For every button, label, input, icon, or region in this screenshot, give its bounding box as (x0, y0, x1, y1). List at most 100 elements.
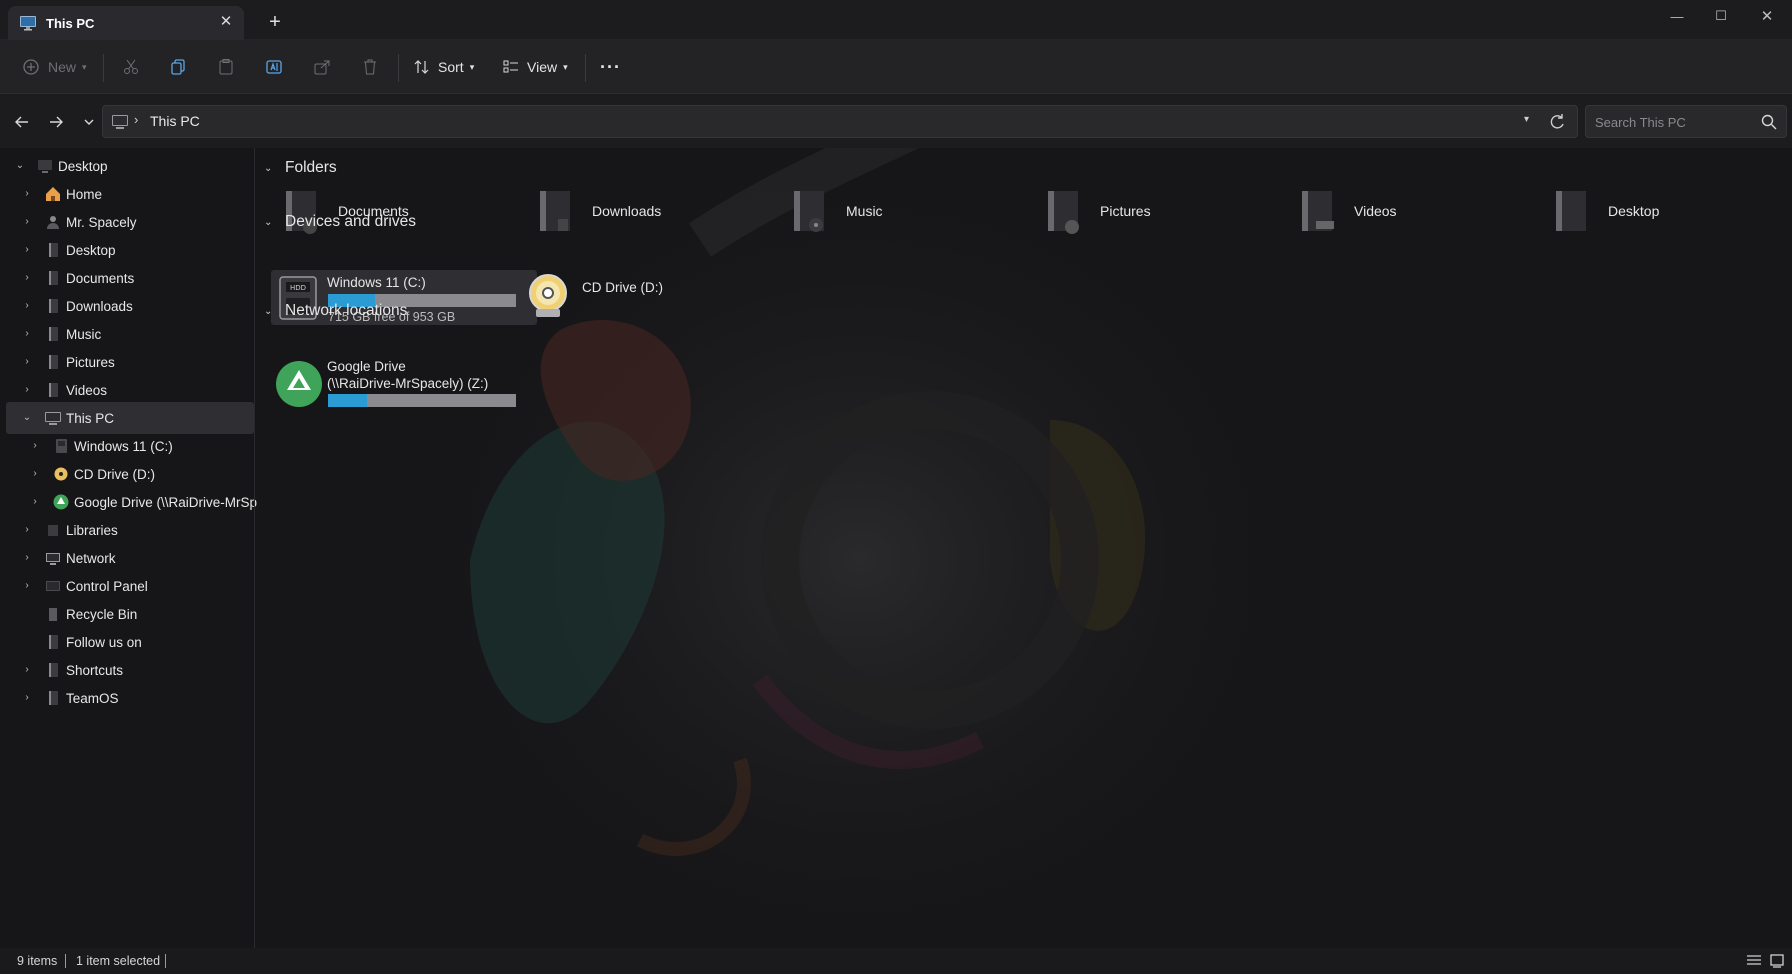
chevron-right-icon[interactable]: › (20, 215, 34, 229)
close-window-icon[interactable]: ✕ (1744, 0, 1790, 32)
section-network-locations[interactable]: ⌄ Network locations (264, 302, 407, 320)
sort-button[interactable]: Sort ▾ (413, 52, 474, 82)
chevron-down-icon (84, 119, 94, 125)
address-bar[interactable]: › This PC ▾ (102, 105, 1578, 138)
chevron-right-icon[interactable]: › (20, 691, 34, 705)
more-options-button[interactable]: ··· (600, 52, 621, 82)
network-drive-google[interactable]: Google Drive (\\RaiDrive-MrSpacely) (Z:) (271, 358, 537, 414)
divider (103, 54, 104, 82)
scissors-icon (124, 59, 138, 74)
drive-usage-bar (328, 394, 516, 407)
copy-button[interactable] (169, 52, 187, 82)
maximize-icon[interactable]: ☐ (1698, 0, 1744, 32)
section-folders[interactable]: ⌄ Folders (264, 159, 337, 177)
chevron-right-icon[interactable]: › (20, 551, 34, 565)
monitor-icon (112, 115, 128, 129)
nav-item-teamos[interactable]: › TeamOS (6, 682, 254, 714)
folder-desktop[interactable]: Desktop (1550, 184, 1659, 238)
folder-pictures[interactable]: Pictures (1042, 184, 1151, 238)
chevron-right-icon[interactable]: › (20, 271, 34, 285)
selection-count: 1 item selected (76, 954, 161, 968)
nav-item-label: This PC (66, 410, 115, 426)
paste-button[interactable] (217, 52, 235, 82)
share-icon (314, 60, 330, 75)
new-tab-button[interactable]: + (262, 11, 288, 35)
drive-cd-d[interactable]: CD Drive (D:) (526, 273, 726, 323)
folder-videos[interactable]: Videos (1296, 184, 1397, 238)
details-view-icon[interactable] (1745, 953, 1763, 969)
view-button[interactable]: View ▾ (502, 52, 568, 82)
chevron-right-icon[interactable]: › (20, 663, 34, 677)
pane-divider[interactable] (254, 148, 255, 948)
videos-folder-icon (1302, 191, 1334, 231)
monitor-icon (45, 412, 61, 425)
sort-label: Sort (438, 59, 464, 75)
nav-item-label: Videos (66, 382, 108, 398)
chevron-right-icon[interactable]: › (28, 467, 42, 481)
share-button[interactable] (313, 52, 331, 82)
command-bar: New ▾ Sort ▾ View ▾ ··· (0, 40, 1792, 94)
tab-this-pc[interactable]: This PC ✕ (8, 6, 244, 40)
cd-icon (54, 467, 68, 481)
recent-locations-button[interactable] (76, 110, 102, 134)
folder-downloads[interactable]: Downloads (534, 184, 661, 238)
new-label: New (48, 59, 77, 75)
desktop-icon (38, 160, 52, 173)
nav-item-label: Downloads (66, 298, 133, 314)
chevron-right-icon[interactable]: › (20, 383, 34, 397)
folder-label: Downloads (592, 203, 662, 219)
file-explorer-window: This PC ✕ + — ☐ ✕ New ▾ Sort ▾ View ▾ ··… (0, 0, 1792, 974)
monitor-icon (20, 16, 36, 31)
back-button[interactable] (9, 110, 35, 134)
chevron-right-icon[interactable]: › (20, 355, 34, 369)
folder-icon (49, 635, 58, 649)
chevron-right-icon[interactable]: › (20, 243, 34, 257)
address-dropdown-icon[interactable]: ▾ (1524, 114, 1529, 125)
large-icons-view-icon[interactable] (1768, 953, 1786, 969)
chevron-right-icon[interactable]: › (28, 439, 42, 453)
nav-item-label: Recycle Bin (66, 606, 138, 622)
rename-button[interactable] (265, 52, 283, 82)
nav-item-label: Documents (66, 270, 135, 286)
nav-item-label: Mr. Spacely (66, 214, 137, 230)
new-button[interactable]: New ▾ (22, 52, 87, 82)
refresh-icon[interactable] (1547, 112, 1567, 132)
search-input[interactable] (1595, 112, 1755, 132)
section-devices[interactable]: ⌄ Devices and drives (264, 213, 416, 231)
plus-circle-icon (23, 59, 39, 75)
chevron-right-icon[interactable]: › (20, 523, 34, 537)
nav-item-label: Network (66, 550, 116, 566)
nav-item-label: CD Drive (D:) (74, 466, 155, 482)
chevron-down-icon[interactable]: ⌄ (20, 411, 34, 425)
trash-icon (364, 59, 376, 75)
chevron-down-icon[interactable]: ⌄ (13, 159, 27, 173)
forward-button[interactable] (43, 110, 69, 134)
folder-music[interactable]: Music (788, 184, 883, 238)
user-folder-icon (47, 216, 59, 229)
breadcrumb-this-pc[interactable]: This PC (150, 113, 200, 129)
nav-item-label: Desktop (66, 242, 116, 258)
nav-item-label: Desktop (58, 158, 108, 174)
home-icon (46, 187, 60, 201)
navigation-row: › This PC ▾ (0, 94, 1792, 148)
delete-button[interactable] (361, 52, 379, 82)
chevron-right-icon[interactable]: › (28, 495, 42, 509)
pictures-folder-icon (1048, 191, 1079, 234)
search-box[interactable] (1585, 105, 1787, 138)
downloads-folder-icon (540, 191, 570, 231)
cut-button[interactable] (122, 52, 140, 82)
chevron-right-icon[interactable]: › (20, 579, 34, 593)
chevron-right-icon[interactable]: › (20, 327, 34, 341)
section-title: Folders (285, 159, 337, 176)
copy-icon (171, 59, 185, 75)
breadcrumb-separator-icon: › (134, 112, 139, 127)
search-icon[interactable] (1760, 113, 1778, 131)
close-tab-icon[interactable]: ✕ (218, 14, 234, 30)
minimize-icon[interactable]: — (1654, 0, 1700, 32)
chevron-right-icon[interactable]: › (20, 299, 34, 313)
nav-item-label: Control Panel (66, 578, 148, 594)
chevron-down-icon: ▾ (563, 61, 568, 72)
chevron-right-icon[interactable]: › (20, 187, 34, 201)
google-drive-icon (276, 361, 322, 407)
arrow-right-icon (50, 116, 63, 128)
